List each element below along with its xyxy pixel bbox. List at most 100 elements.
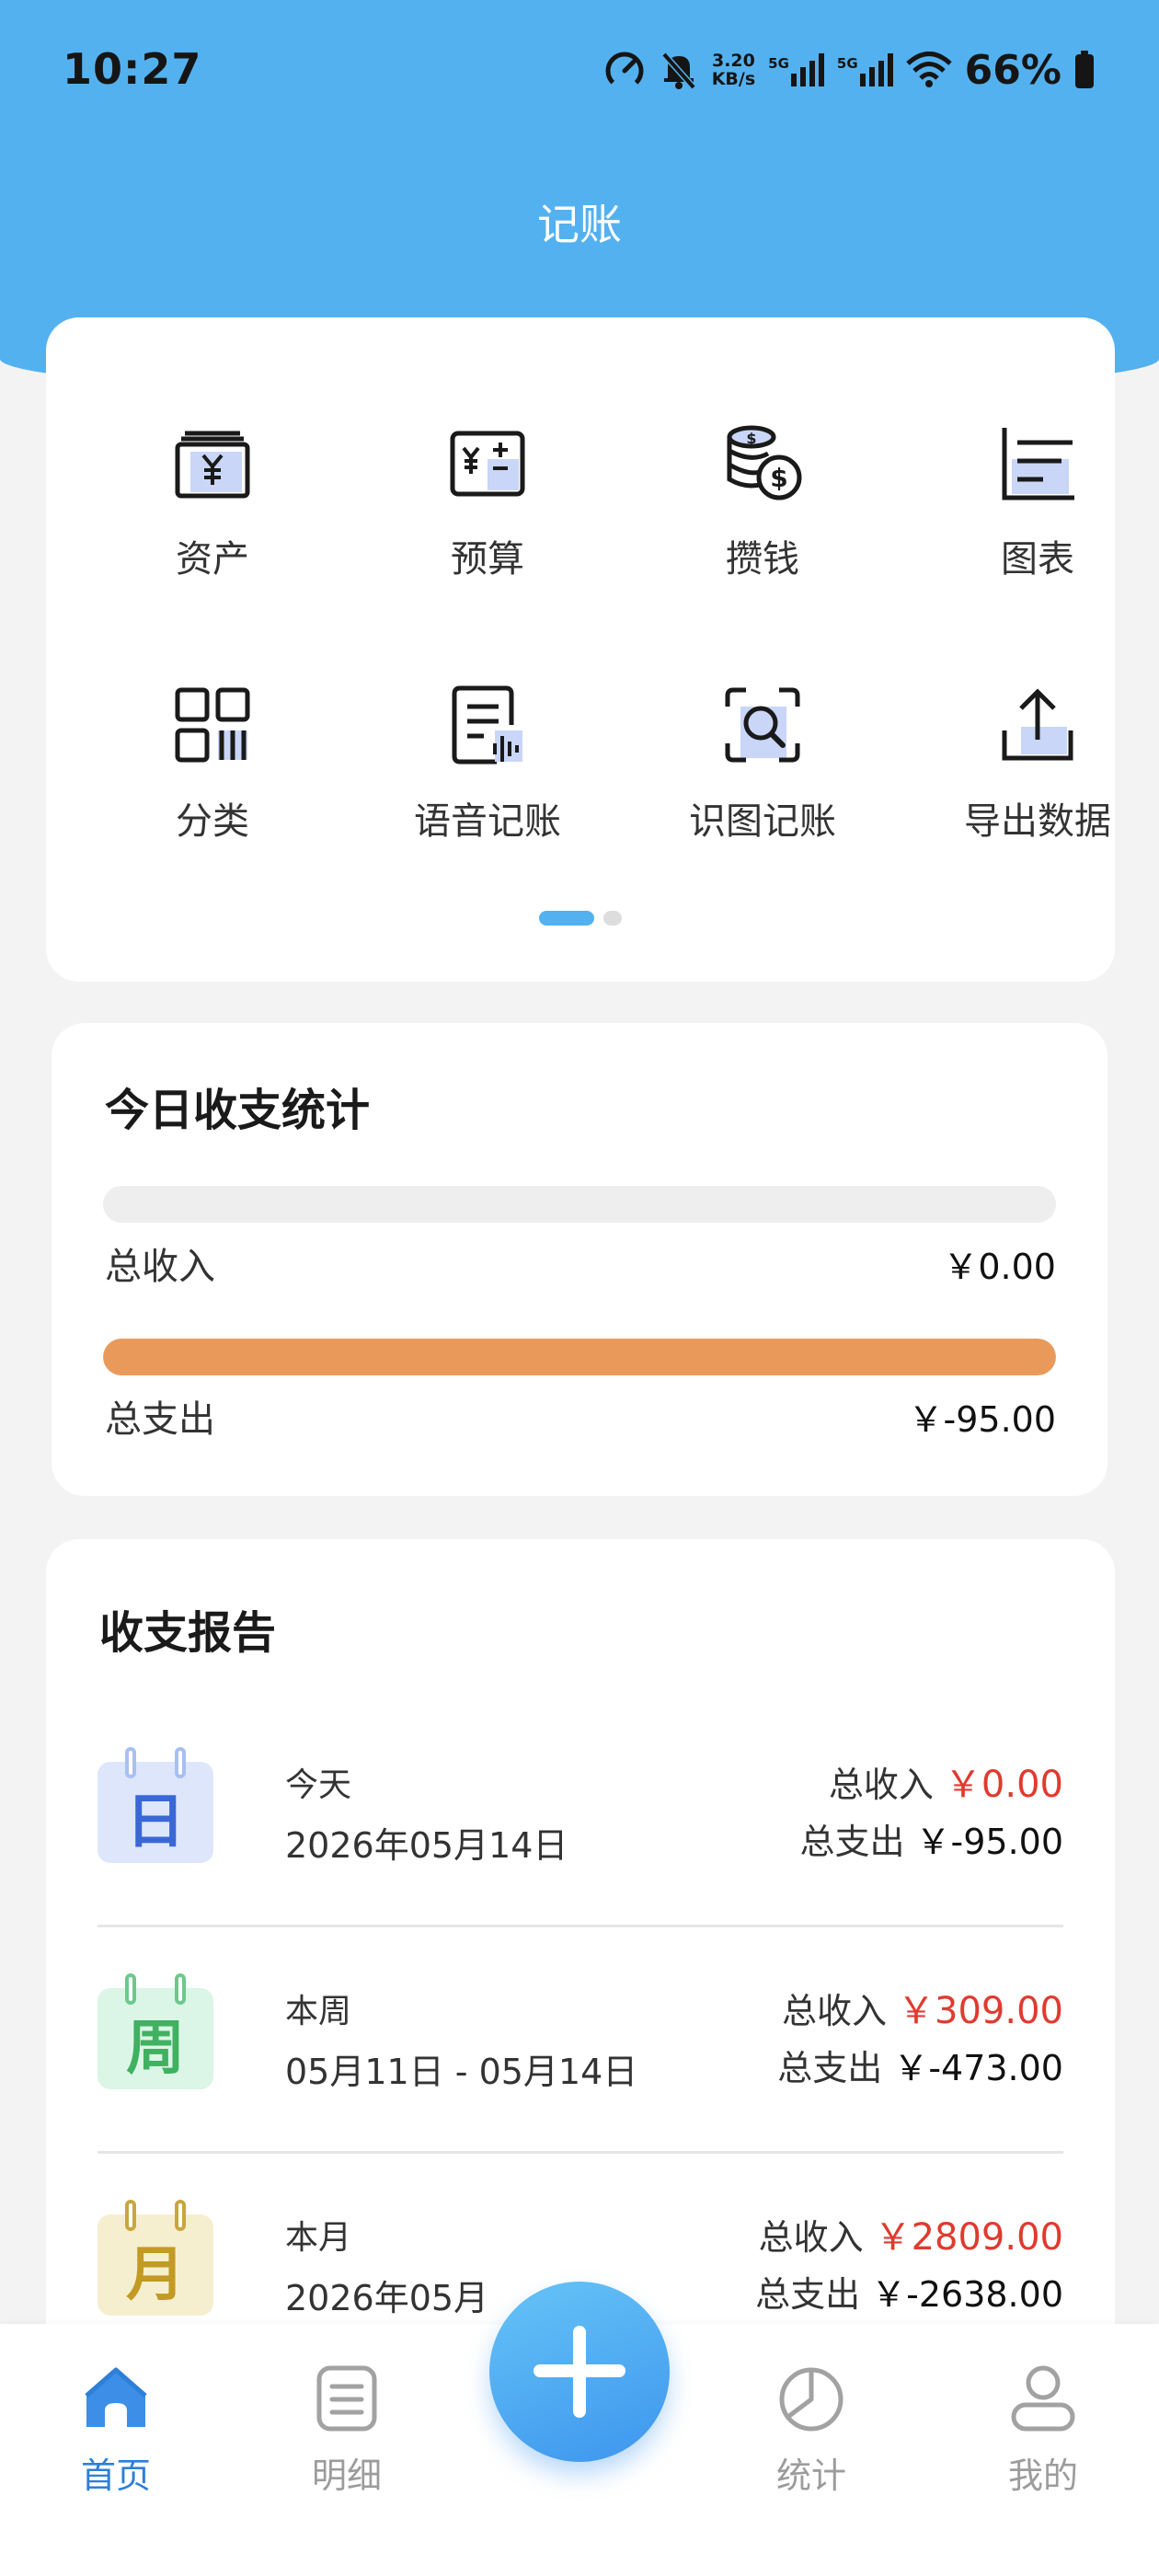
- report-expense-label: 总支出: [799, 1822, 905, 1862]
- nav-item-details[interactable]: 明细: [255, 2363, 439, 2498]
- report-title: 收支报告: [99, 1607, 277, 1659]
- report-expense: 总支出 ￥-473.00: [777, 2040, 1063, 2090]
- expense-label: 总支出: [105, 1398, 215, 1441]
- income-value: ￥0.00: [943, 1246, 1056, 1287]
- calendar-char: 月: [126, 2241, 185, 2309]
- report-expense-label: 总支出: [777, 2048, 883, 2088]
- expense-progress-fill: [103, 1339, 1056, 1375]
- report-income-value: ￥0.00: [944, 1764, 1063, 1806]
- report-date: 05月11日 - 05月14日: [285, 2052, 638, 2092]
- coins-savings-icon: $ $: [727, 425, 802, 500]
- today-stats-card: 今日收支统计 总收入 ￥0.00 总支出 ￥-95.00: [52, 1023, 1107, 1496]
- svg-text:$: $: [770, 463, 787, 493]
- report-date: 2026年05月14日: [285, 1825, 568, 1866]
- battery-percent: 66%: [964, 46, 1061, 94]
- calendar-month-icon: 月: [98, 2200, 213, 2316]
- income-label: 总收入: [105, 1246, 215, 1288]
- signal-bars-icon: [859, 53, 893, 86]
- quick-action-label: 识图记账: [689, 800, 836, 843]
- battery-icon: [1075, 51, 1094, 88]
- calendar-char: 日: [126, 1788, 185, 1857]
- expense-value: ￥-95.00: [908, 1398, 1057, 1440]
- income-row: 总收入 ￥0.00: [105, 1236, 1056, 1290]
- scan-image-icon: [725, 687, 800, 763]
- signal-2: 5G: [837, 53, 893, 86]
- report-income: 总收入 ￥2809.00: [759, 2207, 1063, 2260]
- add-record-button[interactable]: [489, 2282, 670, 2462]
- quick-action-export[interactable]: 导出数据: [923, 679, 1153, 845]
- quick-action-assets[interactable]: 资产: [98, 417, 327, 582]
- income-progress-bar: [103, 1186, 1056, 1223]
- report-expense-value: ￥-473.00: [893, 2048, 1063, 2088]
- net-speed-value: 3.20: [711, 51, 755, 71]
- list-icon: [316, 2365, 377, 2432]
- pie-chart-icon: [779, 2367, 843, 2432]
- net-speed-unit: KB/s: [711, 69, 756, 89]
- svg-text:$: $: [746, 430, 756, 447]
- quick-action-voice[interactable]: 语音记账: [373, 679, 602, 845]
- report-date: 2026年05月: [285, 2278, 489, 2318]
- quick-action-savings[interactable]: $ $ 攒钱: [648, 417, 878, 582]
- report-income: 总收入 ￥309.00: [782, 1981, 1063, 2034]
- report-row-week[interactable]: 周 本周 05月11日 - 05月14日 总收入 ￥309.00 总支出 ￥-473…: [98, 1927, 1063, 2154]
- quick-action-chart[interactable]: 图表: [923, 417, 1153, 582]
- page-title: 记账: [537, 200, 622, 249]
- expense-progress-bar: [103, 1339, 1056, 1375]
- quick-action-label: 语音记账: [414, 800, 561, 843]
- bar-chart-icon: [1002, 428, 1074, 500]
- quick-action-label: 导出数据: [964, 800, 1111, 843]
- quick-action-label: 图表: [1001, 538, 1074, 581]
- calendar-day-icon: 日: [98, 1747, 213, 1863]
- report-expense-value: ￥-95.00: [915, 1822, 1064, 1862]
- report-income-label: 总收入: [758, 2217, 864, 2258]
- voice-note-icon: [452, 685, 522, 765]
- quick-action-label: 资产: [176, 538, 249, 581]
- expense-row: 总支出 ￥-95.00: [105, 1389, 1056, 1443]
- nav-item-home[interactable]: 首页: [24, 2363, 208, 2498]
- quick-action-label: 分类: [176, 800, 249, 843]
- nav-label: 明细: [311, 2455, 382, 2496]
- user-icon: [1011, 2365, 1075, 2432]
- speedometer-icon: [605, 52, 644, 90]
- export-upload-icon: [1002, 688, 1073, 761]
- report-period: 本周: [285, 1993, 352, 2030]
- quick-actions-card: 资产 预算 $ $ 攒钱 图表 分类 语音记账 识图记账 导出数据: [46, 317, 1115, 982]
- report-expense: 总支出 ￥-2638.00: [755, 2266, 1063, 2317]
- page-dot-active: [539, 911, 594, 926]
- status-icons: 3.20 KB/s 5G 5G 66%: [603, 44, 1095, 96]
- report-row-today[interactable]: 日 今天 2026年05月14日 总收入 ￥0.00 总支出 ￥-95.00: [98, 1701, 1063, 1927]
- nav-item-stats[interactable]: 统计: [719, 2363, 903, 2498]
- calendar-char: 周: [126, 2015, 185, 2083]
- nav-label: 首页: [80, 2455, 151, 2496]
- quick-action-label: 攒钱: [726, 538, 799, 581]
- signal-bars-icon: [790, 53, 824, 86]
- report-income: 总收入 ￥0.00: [829, 1754, 1063, 1808]
- quick-action-budget[interactable]: 预算: [373, 417, 602, 582]
- network-speed: 3.20 KB/s: [712, 52, 755, 88]
- report-income-label: 总收入: [828, 1765, 934, 1805]
- calendar-week-icon: 周: [98, 1973, 213, 2089]
- report-income-label: 总收入: [782, 1991, 888, 2031]
- quick-action-label: 预算: [451, 538, 524, 581]
- today-stats-title: 今日收支统计: [105, 1085, 371, 1136]
- signal-label-1: 5G: [768, 55, 789, 72]
- quick-action-category[interactable]: 分类: [98, 679, 327, 845]
- signal-label-2: 5G: [836, 55, 858, 72]
- report-expense: 总支出 ￥-95.00: [799, 1813, 1063, 1864]
- report-expense-value: ￥-2638.00: [871, 2274, 1063, 2315]
- wifi-icon: [905, 52, 952, 87]
- nav-label: 我的: [1007, 2455, 1078, 2496]
- status-bar: 10:27 3.20 KB/s 5G 5G 66%: [0, 0, 1159, 147]
- nav-label: 统计: [775, 2455, 846, 2496]
- wallet-yuan-icon: [175, 431, 250, 499]
- signal-1: 5G: [768, 53, 824, 86]
- report-income-value: ￥309.00: [898, 1990, 1063, 2032]
- plus-icon-vertical: [573, 2326, 586, 2418]
- nav-item-profile[interactable]: 我的: [951, 2363, 1135, 2498]
- page-dot: [603, 911, 622, 926]
- quick-action-scan[interactable]: 识图记账: [648, 679, 878, 845]
- status-time: 10:27: [63, 44, 202, 94]
- home-icon: [85, 2367, 147, 2427]
- mute-bell-icon: [661, 52, 696, 90]
- budget-calculator-icon: [450, 431, 525, 497]
